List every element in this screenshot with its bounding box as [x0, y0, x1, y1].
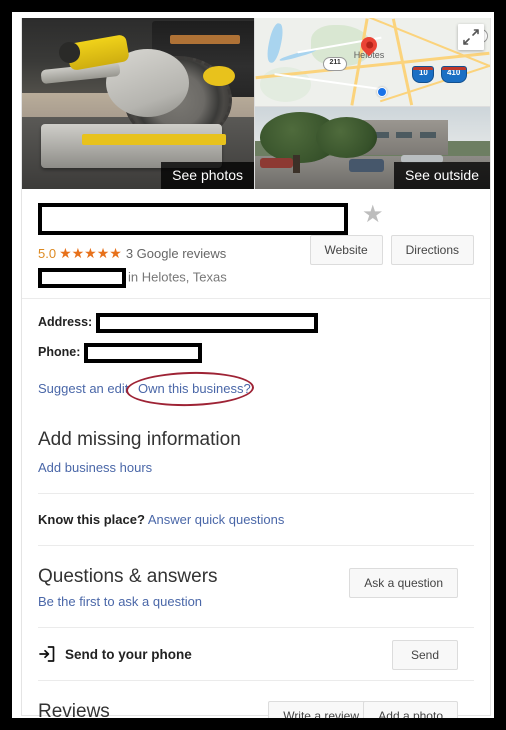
- streetview-car: [259, 157, 293, 169]
- add-business-hours-link[interactable]: Add business hours: [38, 460, 474, 475]
- see-outside-label[interactable]: See outside: [394, 162, 490, 189]
- own-business-wrapper: Own this business?: [125, 370, 255, 408]
- address-label: Address:: [38, 315, 93, 330]
- map-thumbnail[interactable]: Helotes 211 1604 10 410: [255, 18, 490, 106]
- send-to-device-icon: [38, 645, 56, 663]
- website-button[interactable]: Website: [309, 235, 383, 265]
- rating-stars: ★★★★★: [59, 245, 122, 261]
- category-row: in Helotes, Texas: [38, 268, 474, 288]
- know-this-place-row: Know this place? Answer quick questions: [38, 494, 474, 545]
- map-shield-i410: 410: [440, 65, 467, 83]
- ask-a-question-button[interactable]: Ask a question: [349, 568, 458, 598]
- contact-details-section: Address: Phone: Suggest an edit Own this…: [22, 313, 490, 475]
- business-photo[interactable]: See photos: [22, 18, 254, 189]
- screenshot-frame: See photos Helotes: [0, 0, 506, 730]
- qa-block: Questions & answers Be the first to ask …: [38, 546, 474, 627]
- send-to-phone-section: Send to your phone Send: [22, 628, 490, 680]
- know-this-place-prompt: Know this place?: [38, 512, 145, 527]
- reviews-section: Reviews 3 Google reviews Write a review …: [22, 681, 490, 718]
- knowledge-panel-card: See photos Helotes: [21, 18, 491, 718]
- see-photos-label[interactable]: See photos: [161, 162, 254, 189]
- header-action-buttons: Website Directions: [309, 235, 474, 265]
- questions-answers-section: Questions & answers Be the first to ask …: [22, 546, 490, 627]
- business-header: ★ 5.0 ★★★★★ 3 Google reviews in Helotes, T…: [22, 189, 490, 299]
- photo-saw-fence: [82, 134, 227, 145]
- own-this-business-link[interactable]: Own this business?: [138, 381, 251, 396]
- streetview-window: [419, 131, 436, 139]
- streetview-car: [349, 159, 385, 172]
- google-reviews-count[interactable]: 3 Google reviews: [126, 246, 226, 261]
- send-to-phone-label: Send to your phone: [65, 647, 192, 662]
- category-redacted: [38, 268, 126, 288]
- know-this-place-section: Know this place? Answer quick questions: [22, 494, 490, 545]
- reviews-block: Reviews 3 Google reviews Write a review …: [38, 681, 474, 718]
- address-redacted: [96, 313, 319, 333]
- photo-toolbox-stripe: [170, 35, 241, 44]
- streetview-tree: [316, 116, 378, 158]
- suggest-an-edit-link[interactable]: Suggest an edit: [38, 381, 128, 396]
- star-icon[interactable]: ★: [362, 203, 386, 227]
- answer-quick-questions-link[interactable]: Answer quick questions: [148, 512, 285, 527]
- phone-label: Phone:: [38, 345, 81, 360]
- page-surface: See photos Helotes: [12, 12, 494, 718]
- streetview-window: [396, 131, 413, 139]
- send-button[interactable]: Send: [391, 640, 458, 670]
- write-a-review-button[interactable]: Write a review: [268, 701, 374, 718]
- add-a-photo-button[interactable]: Add a photo: [363, 701, 458, 718]
- add-missing-information-heading: Add missing information: [38, 429, 241, 450]
- phone-redacted: [84, 343, 203, 363]
- streetview-tree-trunk: [292, 154, 300, 173]
- business-title-redacted: [38, 203, 348, 235]
- blue-dot-icon: [377, 86, 388, 97]
- address-row: Address:: [38, 313, 474, 333]
- edit-links-row: Suggest an edit Own this business?: [38, 370, 474, 408]
- rating-value: 5.0: [38, 246, 57, 261]
- send-to-phone-row: Send to your phone Send: [38, 628, 474, 680]
- map-shield-211: 211: [323, 56, 348, 71]
- directions-button[interactable]: Directions: [390, 235, 474, 265]
- phone-row: Phone:: [38, 343, 474, 363]
- location-text: in Helotes, Texas: [128, 269, 227, 285]
- map-shield-i10: 10: [412, 65, 435, 83]
- street-view-thumbnail[interactable]: See outside: [255, 107, 490, 189]
- media-strip: See photos Helotes: [22, 18, 490, 189]
- expand-map-button[interactable]: [458, 24, 484, 50]
